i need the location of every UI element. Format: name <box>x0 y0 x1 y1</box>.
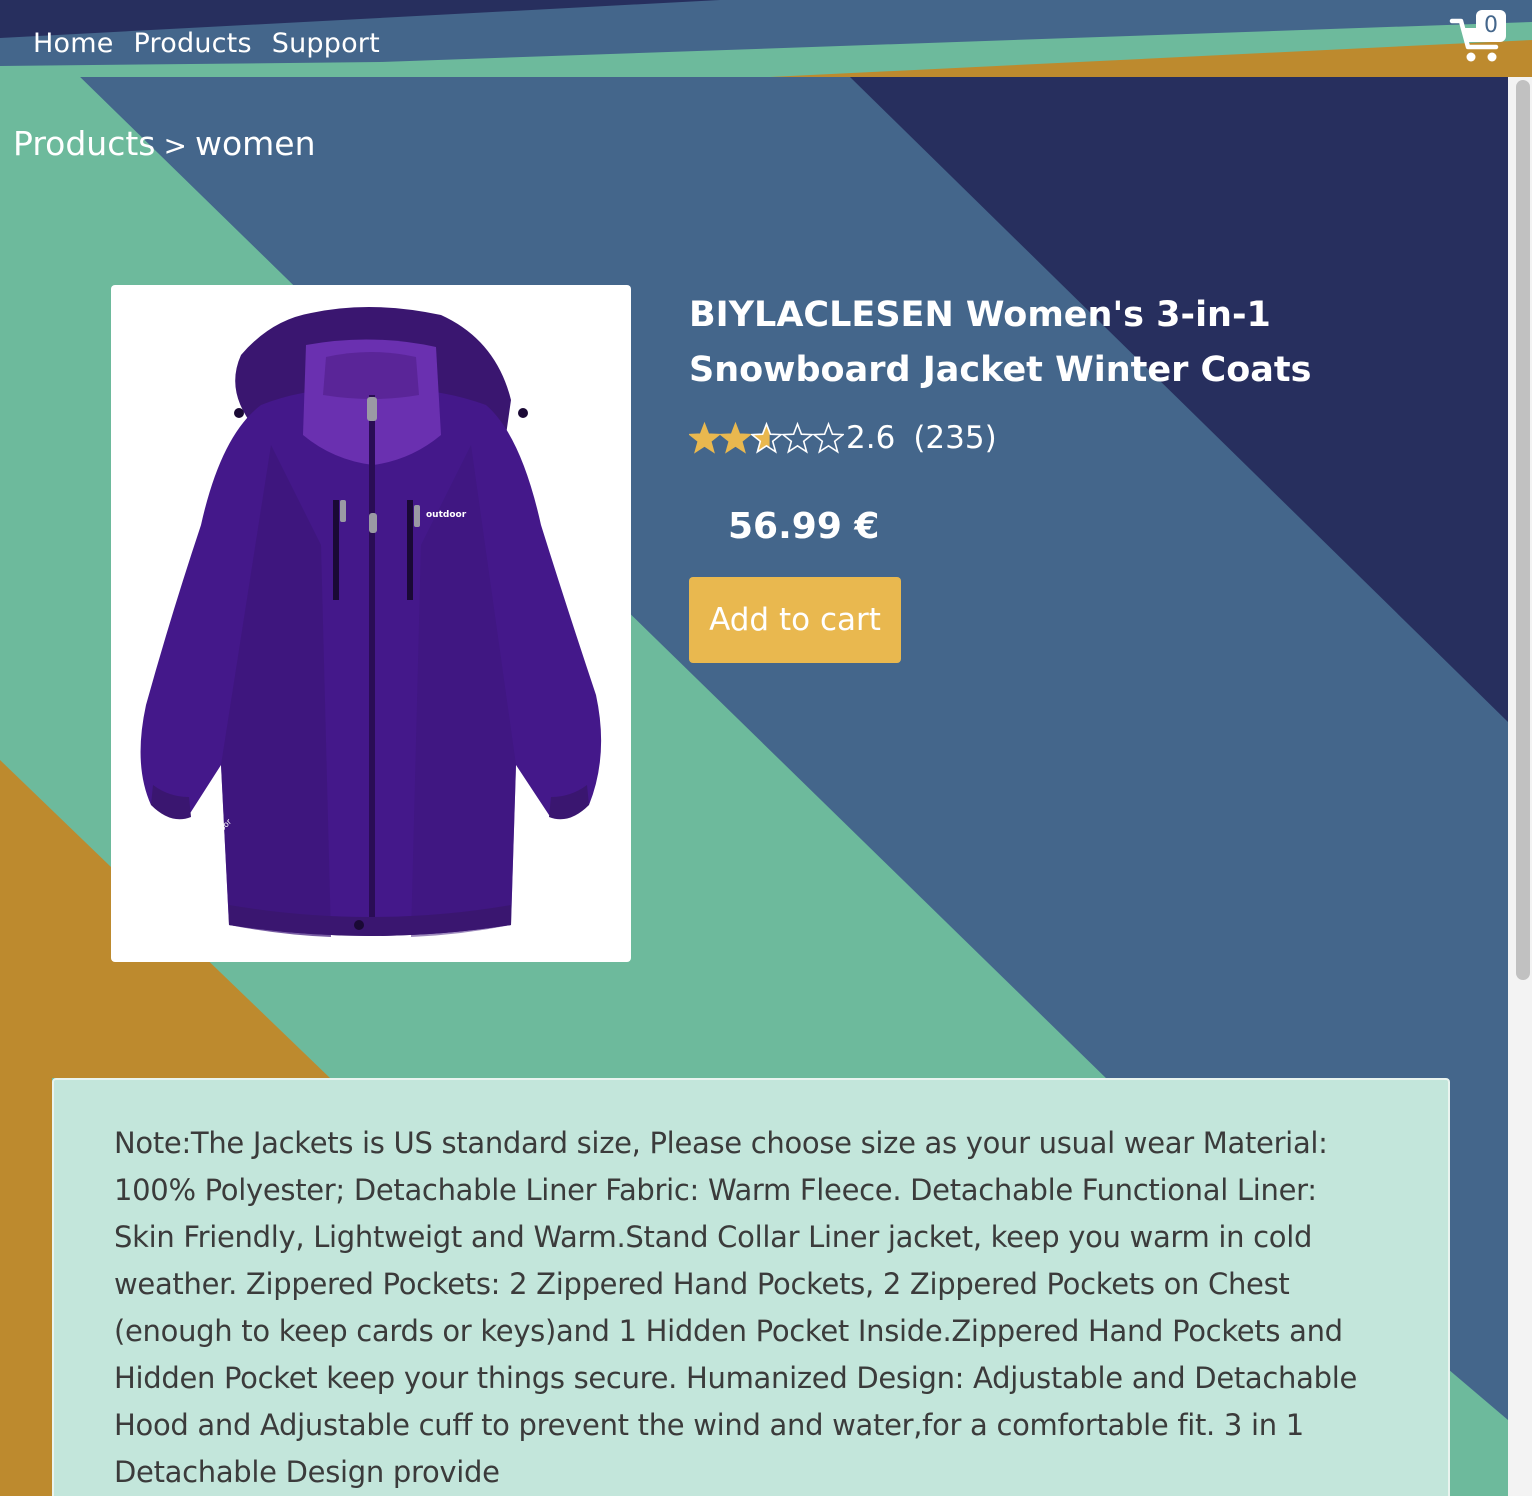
add-to-cart-button[interactable]: Add to cart <box>689 577 901 663</box>
breadcrumb: Products > women <box>13 124 316 163</box>
star-icon <box>720 421 751 454</box>
breadcrumb-products-link[interactable]: Products <box>13 124 156 163</box>
star-icon <box>751 421 782 454</box>
review-count[interactable]: (235) <box>913 420 996 456</box>
product-description: Note:The Jackets is US standard size, Pl… <box>114 1126 1358 1489</box>
svg-text:outdoor: outdoor <box>426 510 467 520</box>
breadcrumb-current: women <box>194 124 316 163</box>
star-icon <box>689 421 720 454</box>
nav-support-link[interactable]: Support <box>272 28 380 59</box>
product-description-panel: Note:The Jackets is US standard size, Pl… <box>52 1078 1450 1496</box>
breadcrumb-separator: > <box>163 129 187 162</box>
nav-home-link[interactable]: Home <box>33 28 114 59</box>
star-icon <box>813 421 844 454</box>
rating-value: 2.6 <box>846 420 896 456</box>
cart-count-badge: 0 <box>1476 10 1506 42</box>
product-image: outdoor door <box>111 285 631 962</box>
rating-stars <box>689 421 844 455</box>
product-title: BIYLACLESEN Women's 3-in-1 Snowboard Jac… <box>689 295 1312 390</box>
navbar: Home Products Support 0 <box>0 0 1532 77</box>
product-rating: 2.6 (235) <box>689 420 997 456</box>
product-price: 56.99 € <box>728 506 880 547</box>
nav-products-link[interactable]: Products <box>134 28 252 59</box>
product-page: Home Products Support 0 Products>women <box>0 0 1532 1496</box>
star-icon <box>782 421 813 454</box>
purple-jacket-image: outdoor door <box>140 306 602 937</box>
scrollbar-thumb[interactable] <box>1516 80 1530 980</box>
nav-links: Home Products Support <box>33 28 380 59</box>
